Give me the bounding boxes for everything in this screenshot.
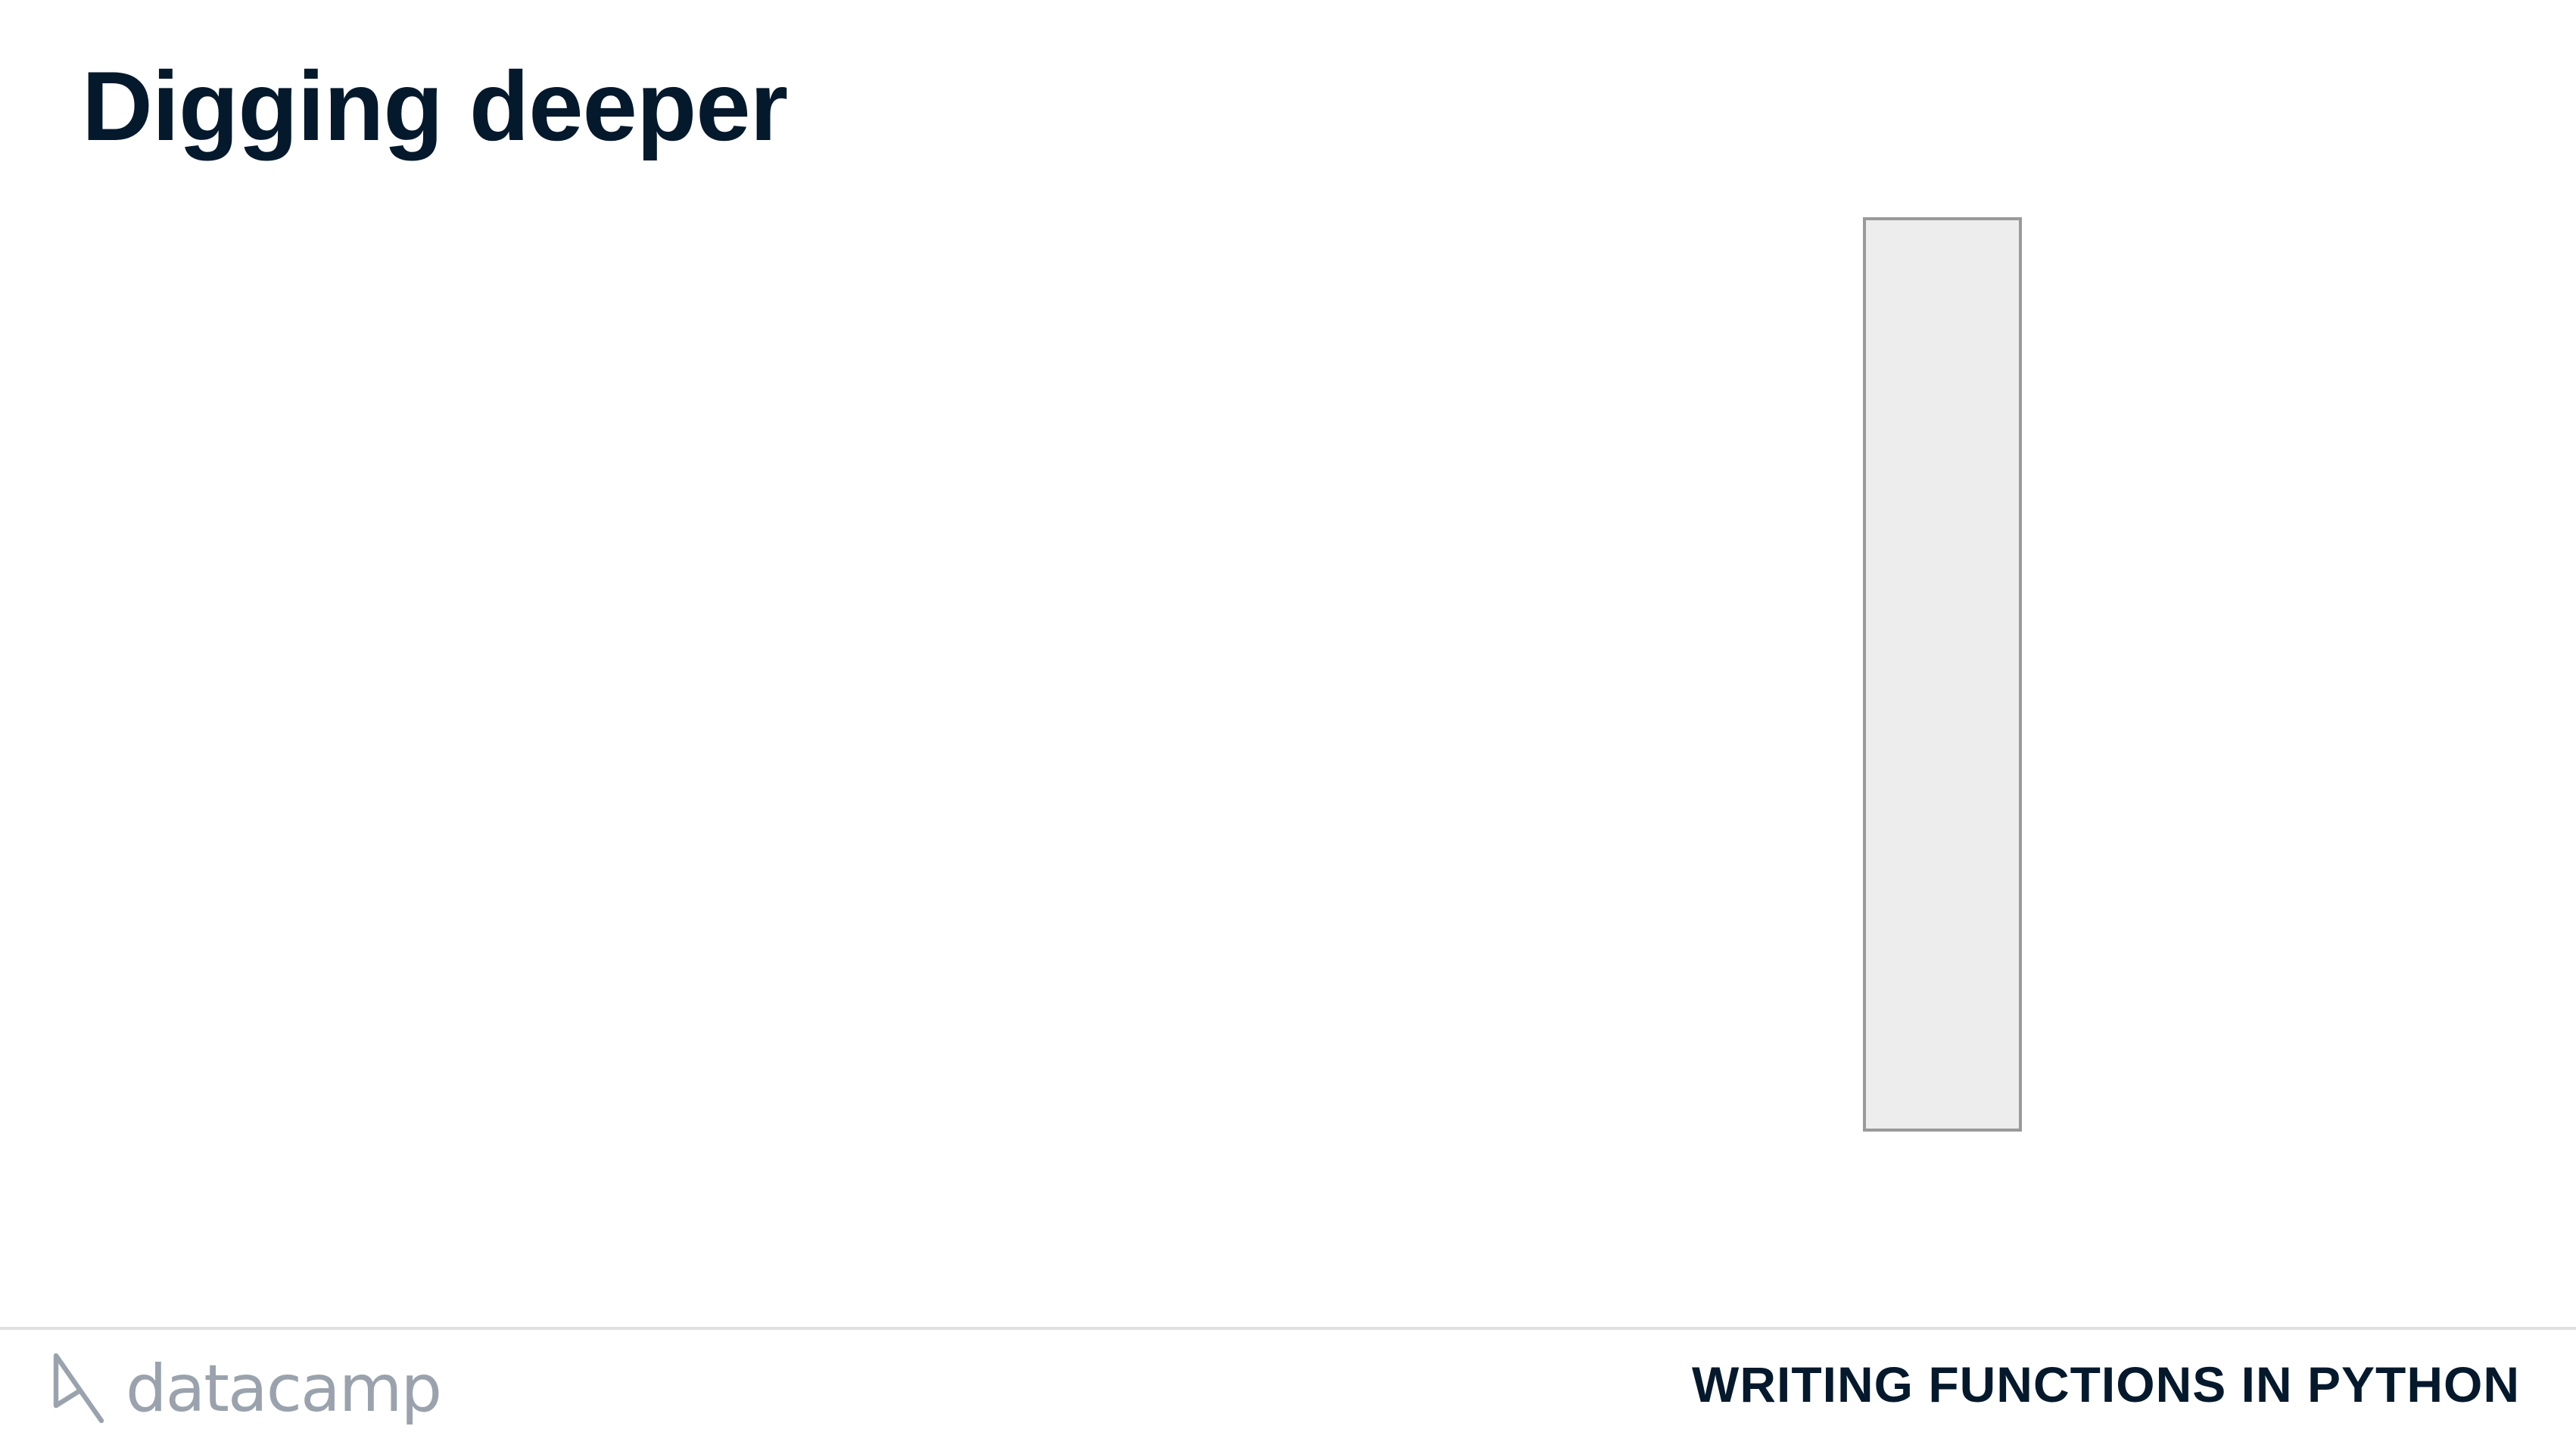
- footer-divider: [0, 1327, 2576, 1330]
- datacamp-logo: datacamp: [50, 1347, 442, 1431]
- placeholder-box: [1863, 217, 2022, 1132]
- slide-title: Digging deeper: [82, 51, 788, 161]
- datacamp-logo-icon: [53, 1353, 104, 1424]
- slide: Digging deeper datacamp WRITING FUNCTION…: [0, 0, 2576, 1451]
- course-name: WRITING FUNCTIONS IN PYTHON: [1692, 1356, 2520, 1412]
- brand-name: datacamp: [126, 1351, 442, 1427]
